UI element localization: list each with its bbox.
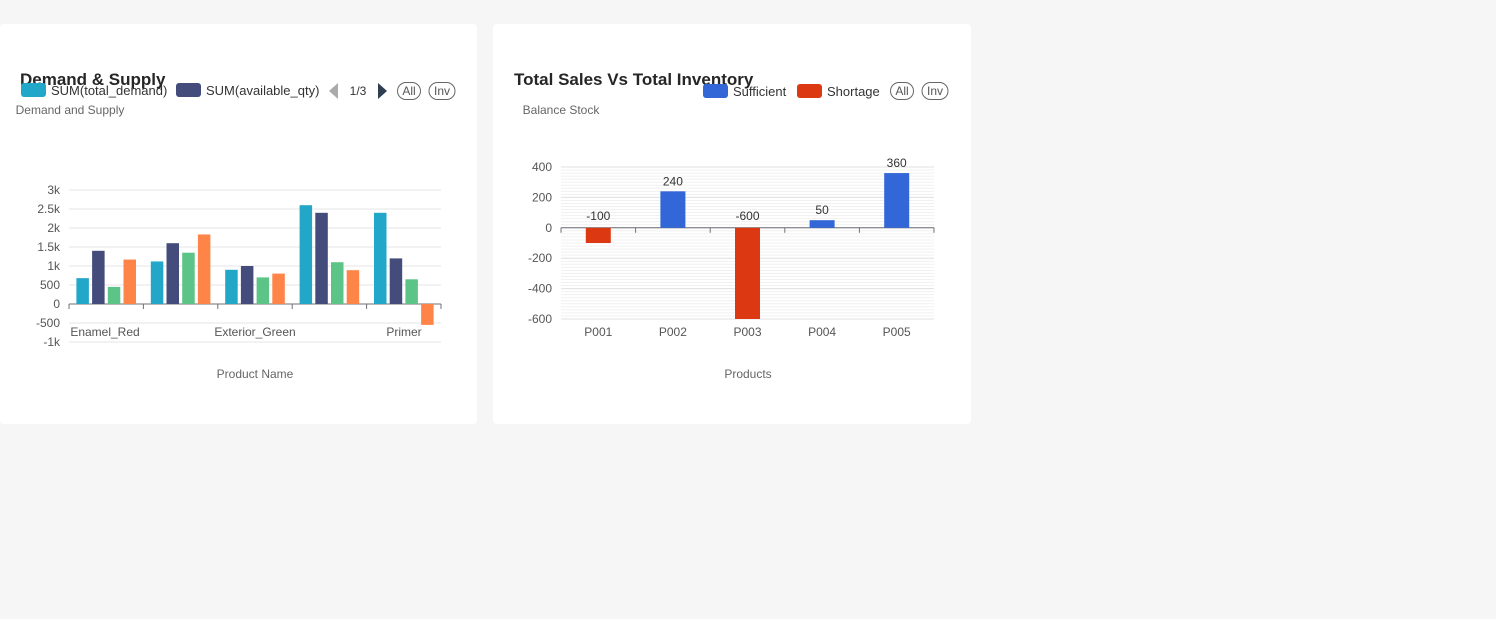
bar[interactable] bbox=[256, 277, 270, 304]
bar[interactable] bbox=[331, 262, 344, 304]
bar[interactable] bbox=[346, 270, 360, 304]
legend-label: SUM(total_demand) bbox=[51, 83, 167, 98]
bar[interactable] bbox=[272, 273, 285, 304]
y-tick-label: -600 bbox=[528, 312, 552, 326]
y-tick-label: 500 bbox=[40, 278, 60, 292]
y-tick-label: 0 bbox=[545, 221, 552, 235]
y-tick-label: -1k bbox=[43, 335, 61, 349]
bar[interactable] bbox=[421, 304, 434, 325]
bar[interactable] bbox=[76, 278, 89, 304]
x-tick-label: Exterior_Green bbox=[214, 325, 295, 339]
bar[interactable] bbox=[315, 212, 328, 304]
bar[interactable] bbox=[240, 266, 254, 304]
sales-inventory-card: Total Sales Vs Total Inventory Sufficien… bbox=[493, 24, 971, 424]
x-tick-label: Primer bbox=[386, 325, 421, 339]
y-tick-label: 400 bbox=[532, 160, 552, 174]
y-tick-label: -400 bbox=[528, 282, 552, 296]
bar[interactable] bbox=[884, 173, 910, 228]
data-label: 50 bbox=[815, 203, 829, 217]
legend-all-button[interactable]: All bbox=[397, 82, 421, 100]
y-tick-label: 2.5k bbox=[37, 202, 61, 216]
y-tick-label: 1.5k bbox=[37, 240, 61, 254]
legend-item-shortage[interactable]: Shortage bbox=[797, 84, 880, 99]
sales-inventory-chart: Sufficient Shortage All Inv Balance Stock 400… bbox=[523, 82, 949, 381]
bar[interactable] bbox=[182, 252, 195, 304]
bar[interactable] bbox=[197, 234, 211, 304]
y-tick-label: 0 bbox=[53, 297, 60, 311]
legend-item-available-qty[interactable]: SUM(available_qty) bbox=[176, 83, 319, 98]
legend-page-indicator: 1/3 bbox=[350, 84, 367, 98]
data-label: -100 bbox=[586, 209, 610, 223]
y-tick-label: -500 bbox=[36, 316, 60, 330]
legend-all-button[interactable]: All bbox=[890, 82, 914, 100]
y-axis-title: Balance Stock bbox=[523, 103, 601, 117]
y-axis-title: Demand and Supply bbox=[16, 103, 125, 117]
legend-label: Sufficient bbox=[733, 84, 787, 99]
legend-inv-button-label: Inv bbox=[434, 84, 450, 98]
legend-all-button-label: All bbox=[895, 84, 908, 98]
x-tick-label: P003 bbox=[733, 325, 761, 339]
bar[interactable] bbox=[150, 261, 164, 304]
y-tick-label: 3k bbox=[47, 183, 61, 197]
bar[interactable] bbox=[123, 259, 137, 304]
next-page-icon[interactable] bbox=[378, 83, 387, 99]
bar[interactable] bbox=[660, 191, 686, 228]
demand-supply-chart: SUM(total_demand) SUM(available_qty) 1/3 Al… bbox=[16, 82, 456, 381]
legend-inv-button[interactable]: Inv bbox=[921, 82, 949, 100]
bar[interactable] bbox=[735, 227, 760, 319]
data-label: 360 bbox=[887, 156, 907, 170]
y-tick-label: 200 bbox=[532, 190, 552, 204]
legend-label: SUM(available_qty) bbox=[206, 83, 319, 98]
x-tick-label: Enamel_Red bbox=[70, 325, 139, 339]
bar[interactable] bbox=[405, 279, 418, 304]
bar[interactable] bbox=[374, 212, 387, 304]
bar[interactable] bbox=[225, 269, 238, 304]
x-tick-label: P005 bbox=[883, 325, 911, 339]
y-tick-label: 1k bbox=[47, 259, 61, 273]
bar[interactable] bbox=[107, 286, 121, 304]
legend-item-total-demand[interactable]: SUM(total_demand) bbox=[21, 83, 167, 98]
x-tick-label: P002 bbox=[659, 325, 687, 339]
x-axis-title: Product Name bbox=[217, 367, 294, 381]
legend-inv-button[interactable]: Inv bbox=[428, 82, 456, 100]
bar[interactable] bbox=[585, 227, 611, 243]
prev-page-icon[interactable] bbox=[329, 83, 338, 99]
bar[interactable] bbox=[166, 243, 180, 304]
data-label: -600 bbox=[735, 209, 759, 223]
legend-swatch bbox=[21, 83, 46, 97]
bar[interactable] bbox=[809, 220, 835, 228]
legend-all-button-label: All bbox=[402, 84, 415, 98]
legend-item-sufficient[interactable]: Sufficient bbox=[703, 84, 787, 99]
demand-supply-card: Demand & Supply SUM(total_demand) SUM(ava… bbox=[0, 24, 477, 424]
bar[interactable] bbox=[92, 250, 105, 304]
y-tick-label: -200 bbox=[528, 251, 552, 265]
x-tick-label: P004 bbox=[808, 325, 836, 339]
y-tick-label: 2k bbox=[47, 221, 61, 235]
legend-swatch bbox=[797, 84, 822, 98]
legend-swatch bbox=[703, 84, 728, 98]
bar[interactable] bbox=[299, 205, 313, 304]
x-tick-label: P001 bbox=[584, 325, 612, 339]
legend-swatch bbox=[176, 83, 201, 97]
bar[interactable] bbox=[389, 258, 403, 304]
x-axis-title: Products bbox=[724, 367, 771, 381]
data-label: 240 bbox=[663, 174, 683, 188]
legend-inv-button-label: Inv bbox=[927, 84, 943, 98]
legend-label: Shortage bbox=[827, 84, 880, 99]
